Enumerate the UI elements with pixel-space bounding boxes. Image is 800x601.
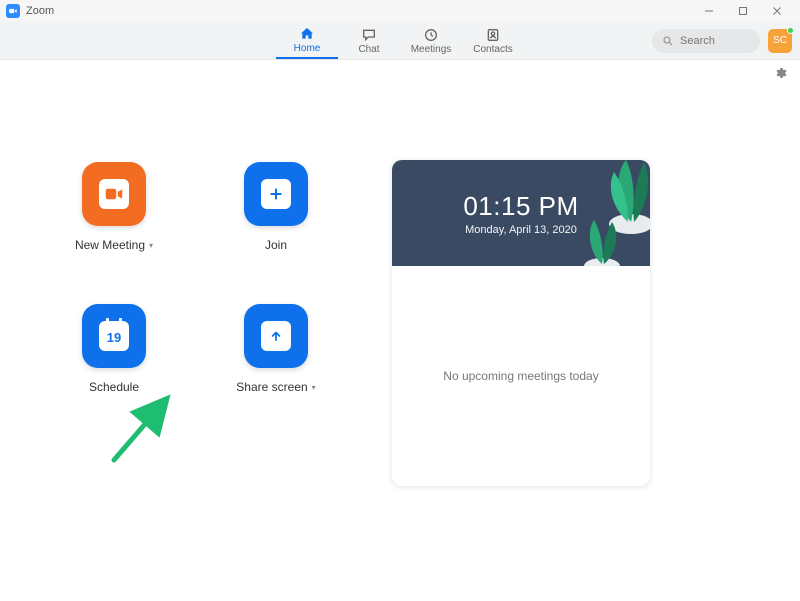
new-meeting-label: New Meeting (75, 238, 145, 252)
nav-contacts[interactable]: Contacts (462, 22, 524, 59)
maximize-button[interactable] (726, 0, 760, 22)
schedule-button[interactable]: 19 Schedule (54, 304, 174, 394)
nav-home-label: Home (294, 43, 321, 54)
settings-icon[interactable] (774, 66, 788, 80)
user-avatar[interactable]: SC (768, 29, 792, 53)
share-screen-label: Share screen (236, 380, 307, 394)
main-content: New Meeting ▾ Join (0, 84, 800, 486)
nav-meetings-label: Meetings (411, 44, 452, 55)
nav-contacts-label: Contacts (473, 44, 512, 55)
arrow-up-icon (261, 321, 291, 351)
video-icon (99, 179, 129, 209)
panel-hero: 01:15 PM Monday, April 13, 2020 (392, 160, 650, 266)
join-label: Join (265, 238, 287, 252)
titlebar: Zoom (0, 0, 800, 22)
search-icon (662, 35, 674, 47)
search-input[interactable] (680, 35, 750, 47)
empty-message: No upcoming meetings today (443, 369, 598, 383)
calendar-icon: 19 (99, 321, 129, 351)
clock-date: Monday, April 13, 2020 (465, 224, 577, 236)
nav-meetings[interactable]: Meetings (400, 22, 462, 59)
plus-icon (261, 179, 291, 209)
minimize-button[interactable] (692, 0, 726, 22)
nav-home[interactable]: Home (276, 22, 338, 59)
top-nav: Home Chat Meetings Contacts SC (0, 22, 800, 60)
nav-chat-label: Chat (358, 44, 379, 55)
nav-chat[interactable]: Chat (338, 22, 400, 59)
meetings-list-empty: No upcoming meetings today (392, 266, 650, 486)
presence-indicator (787, 27, 794, 34)
schedule-label: Schedule (89, 380, 139, 394)
search-box[interactable] (652, 29, 760, 53)
clock-time: 01:15 PM (463, 191, 578, 222)
new-meeting-button[interactable]: New Meeting ▾ (54, 162, 174, 252)
chevron-down-icon[interactable]: ▾ (312, 383, 316, 392)
plant-decoration (572, 214, 632, 266)
share-screen-button[interactable]: Share screen ▾ (216, 304, 336, 394)
join-button[interactable]: Join (216, 162, 336, 252)
avatar-initials: SC (773, 35, 787, 46)
window-title: Zoom (26, 5, 54, 17)
chevron-down-icon[interactable]: ▾ (149, 241, 153, 250)
action-grid: New Meeting ▾ Join (12, 162, 352, 486)
calendar-day: 19 (107, 330, 121, 345)
meetings-panel: 01:15 PM Monday, April 13, 2020 No upcom… (392, 160, 650, 486)
app-icon (6, 4, 20, 18)
close-button[interactable] (760, 0, 794, 22)
